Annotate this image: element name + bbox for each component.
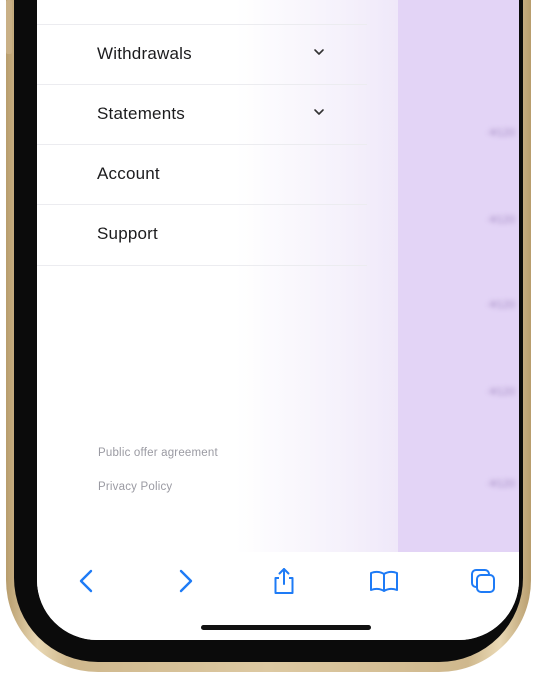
bookmarks-icon [370,570,398,592]
screen: -¥120 -¥120 -¥120 -¥120 -¥120 Withdrawal… [37,0,519,640]
chevron-down-icon[interactable] [312,47,326,57]
blurred-amount: -¥120 [486,478,515,490]
menu-item-support[interactable]: Support [37,204,367,266]
share-button[interactable] [269,566,299,596]
menu-item-account[interactable]: Account [37,144,367,205]
home-indicator [201,625,371,630]
chevron-down-icon[interactable] [312,107,326,117]
menu-item-label: Statements [97,104,185,123]
menu-item-label: Withdrawals [97,44,192,63]
share-icon [274,568,294,594]
menu-item-statements[interactable]: Statements [37,84,367,145]
privacy-policy-link[interactable]: Privacy Policy [98,481,172,493]
back-icon [79,569,93,593]
blurred-amount: -¥120 [486,127,515,139]
blurred-amount: -¥120 [486,386,515,398]
blurred-amount: -¥120 [486,299,515,311]
blurred-amount: -¥120 [486,214,515,226]
forward-button[interactable] [170,566,200,596]
public-offer-link[interactable]: Public offer agreement [98,447,218,459]
menu-item-withdrawals[interactable]: Withdrawals [37,24,367,85]
tabs-icon [471,569,495,593]
browser-toolbar [37,552,519,640]
side-button [6,0,12,54]
bookmarks-button[interactable] [368,566,398,596]
menu-item-label: Account [97,164,160,183]
back-button[interactable] [72,566,102,596]
page: -¥120 -¥120 -¥120 -¥120 -¥120 Withdrawal… [0,0,537,678]
menu-item-label: Support [97,224,158,243]
tabs-button[interactable] [468,566,498,596]
forward-icon [179,569,193,593]
side-drawer: Withdrawals Statements Account Support P… [37,0,398,552]
